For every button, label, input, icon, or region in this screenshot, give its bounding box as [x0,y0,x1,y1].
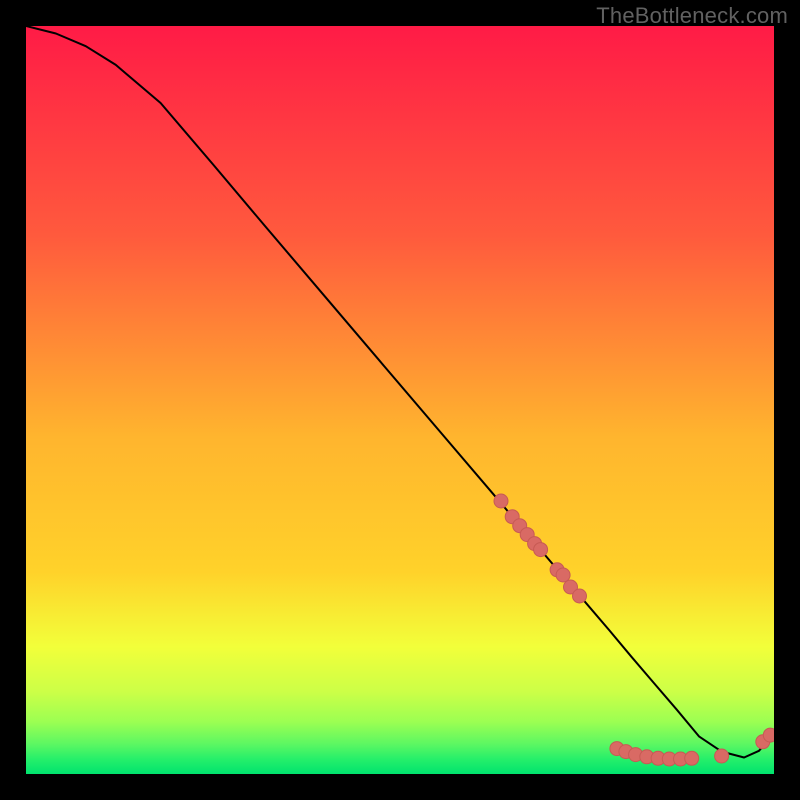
data-marker [573,589,587,603]
data-marker [715,749,729,763]
gradient-background [26,26,774,774]
data-marker [685,751,699,765]
data-marker [494,494,508,508]
plot-area [26,26,774,774]
data-marker [534,543,548,557]
bottleneck-plot [26,26,774,774]
chart-container: TheBottleneck.com [0,0,800,800]
data-marker [763,728,774,742]
data-marker [556,568,570,582]
